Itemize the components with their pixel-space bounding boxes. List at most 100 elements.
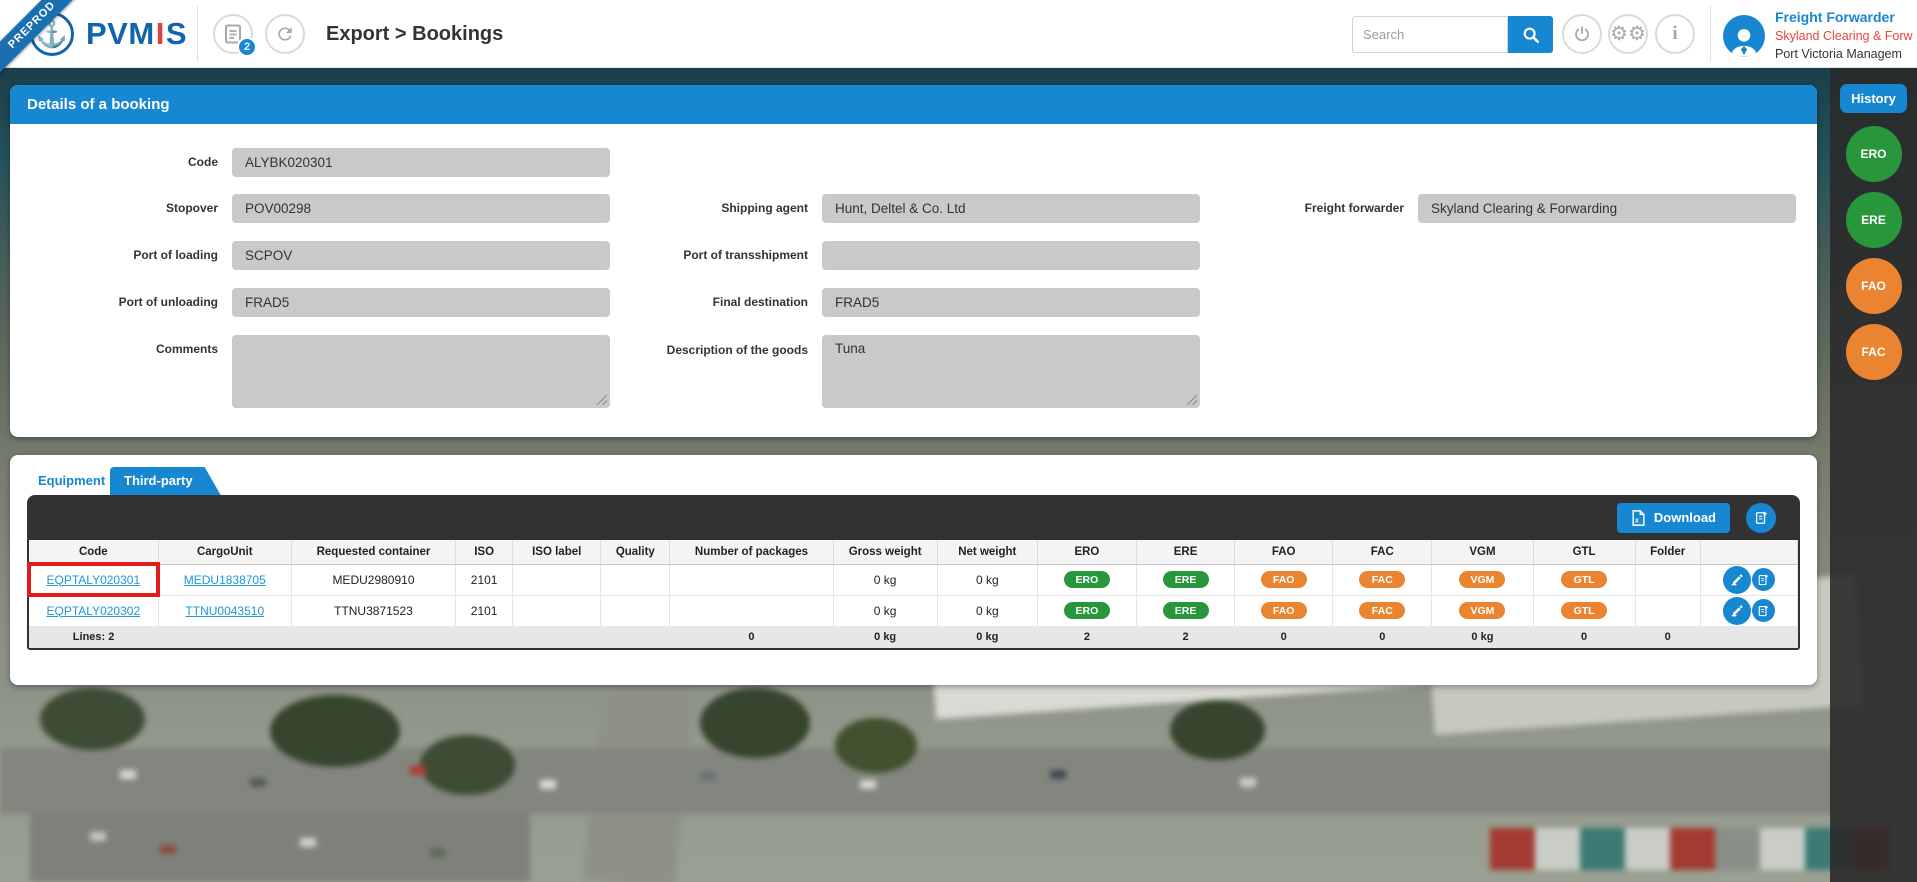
code-label: Code [10,148,218,177]
booking-details-panel: Details of a booking Code Stopover Port … [10,85,1817,437]
freight-forwarder-label: Freight forwarder [1110,194,1404,223]
cargounit-link[interactable]: TTNU0043510 [185,604,264,618]
documents-button[interactable]: 2 [213,14,253,54]
brand-text: PVMIS [86,16,187,52]
new-document-icon [1757,605,1769,617]
avatar[interactable] [1723,15,1765,57]
user-role: Freight Forwarder [1775,7,1917,27]
ere-pill[interactable]: ERE [1163,571,1209,589]
row-new-document-button[interactable] [1752,568,1775,591]
code-field[interactable] [232,148,610,177]
comments-label: Comments [10,335,218,364]
col-cargounit: CargoUnit [158,540,291,564]
new-document-icon [1757,574,1769,586]
description-of-goods-field[interactable]: Tuna [822,335,1200,408]
user-company: Skyland Clearing & Forw [1775,27,1917,45]
document-count-badge: 2 [237,37,257,57]
port-of-transshipment-field[interactable] [822,241,1200,270]
table-header-row: Code CargoUnit Requested container ISO I… [29,540,1798,564]
col-iso-label: ISO label [513,540,601,564]
search-group [1352,16,1553,53]
freight-forwarder-field[interactable] [1418,194,1796,223]
user-block[interactable]: Freight Forwarder Skyland Clearing & For… [1775,7,1917,64]
gtl-pill[interactable]: GTL [1561,571,1607,589]
col-ere: ERE [1136,540,1234,564]
new-document-icon [1754,511,1768,525]
tab-equipment[interactable]: Equipment [38,467,105,495]
col-actions [1700,540,1797,564]
col-vgm: VGM [1432,540,1533,564]
download-button[interactable]: x Download [1617,503,1730,533]
stopover-label: Stopover [10,194,218,223]
page-title: Export > Bookings [326,0,503,68]
equipment-code-link[interactable]: EQPTALY020301 [47,573,141,587]
svg-text:x: x [1635,516,1639,524]
final-destination-field[interactable] [822,288,1200,317]
equipment-code-link[interactable]: EQPTALY020302 [47,604,141,618]
ero-pill[interactable]: ERO [1064,602,1110,620]
col-code: Code [29,540,158,564]
col-iso: ISO [456,540,513,564]
table-toolbar: x Download [29,495,1798,540]
refresh-button[interactable] [265,14,305,54]
cargounit-link[interactable]: MEDU1838705 [184,573,266,587]
col-ero: ERO [1037,540,1136,564]
tab-third-party[interactable]: Third-party [110,467,221,495]
final-destination-label: Final destination [530,288,808,317]
status-badge-fac[interactable]: FAC [1846,324,1902,380]
col-requested-container: Requested container [291,540,455,564]
fac-pill[interactable]: FAC [1359,602,1405,620]
app: History ERO ERE FAO FAC PREPROD ⚓ PVMIS … [0,0,1917,882]
refresh-icon [275,24,295,44]
lines-count: Lines: 2 [29,626,158,648]
search-icon [1522,26,1540,44]
history-sidebar: History ERO ERE FAO FAC [1830,68,1917,882]
port-of-loading-label: Port of loading [10,241,218,270]
col-gross-weight: Gross weight [833,540,937,564]
gtl-pill[interactable]: GTL [1561,602,1607,620]
description-of-goods-label: Description of the goods [530,335,808,357]
col-fac: FAC [1333,540,1432,564]
new-document-button[interactable] [1746,503,1776,533]
gears-icon: ⚙⚙︎ [1610,24,1646,44]
history-button[interactable]: History [1840,84,1907,113]
col-folder: Folder [1635,540,1700,564]
status-badge-ero[interactable]: ERO [1846,126,1902,182]
port-of-transshipment-label: Port of transshipment [530,241,808,270]
equipment-table: Code CargoUnit Requested container ISO I… [29,540,1798,648]
vgm-pill[interactable]: VGM [1459,571,1505,589]
top-header: PREPROD ⚓ PVMIS 2 Export > Bookings [0,0,1917,68]
logout-button[interactable] [1562,14,1602,54]
table-row: EQPTALY020301 MEDU1838705 MEDU2980910 21… [29,564,1798,595]
edit-row-button[interactable] [1723,597,1751,625]
person-icon [1727,25,1761,57]
panel-title: Details of a booking [10,85,1817,124]
fac-pill[interactable]: FAC [1359,571,1405,589]
fao-pill[interactable]: FAO [1261,571,1307,589]
totals-row: Lines: 2 0 0 kg 0 kg 2 2 0 0 0 kg [29,626,1798,648]
search-button[interactable] [1508,16,1553,53]
user-organization: Port Victoria Managem [1775,45,1917,63]
header-divider [197,6,198,62]
status-badge-ere[interactable]: ERE [1846,192,1902,248]
ero-pill[interactable]: ERO [1064,571,1110,589]
col-net-weight: Net weight [937,540,1037,564]
info-button[interactable]: i [1655,14,1695,54]
port-of-unloading-label: Port of unloading [10,288,218,317]
edit-row-button[interactable] [1723,566,1751,594]
settings-button[interactable]: ⚙⚙︎ [1608,14,1648,54]
col-fao: FAO [1235,540,1333,564]
power-icon [1573,25,1591,43]
header-divider-2 [1710,6,1711,62]
edit-pencil-icon [1730,573,1744,587]
info-icon: i [1672,23,1677,45]
status-badge-fao[interactable]: FAO [1846,258,1902,314]
vgm-pill[interactable]: VGM [1459,602,1505,620]
table-container: x Download [27,495,1800,650]
row-new-document-button[interactable] [1752,599,1775,622]
ere-pill[interactable]: ERE [1163,602,1209,620]
equipment-panel: Equipment Third-party x Download [10,455,1817,685]
edit-pencil-icon [1730,604,1744,618]
search-input[interactable] [1352,16,1508,53]
fao-pill[interactable]: FAO [1261,602,1307,620]
